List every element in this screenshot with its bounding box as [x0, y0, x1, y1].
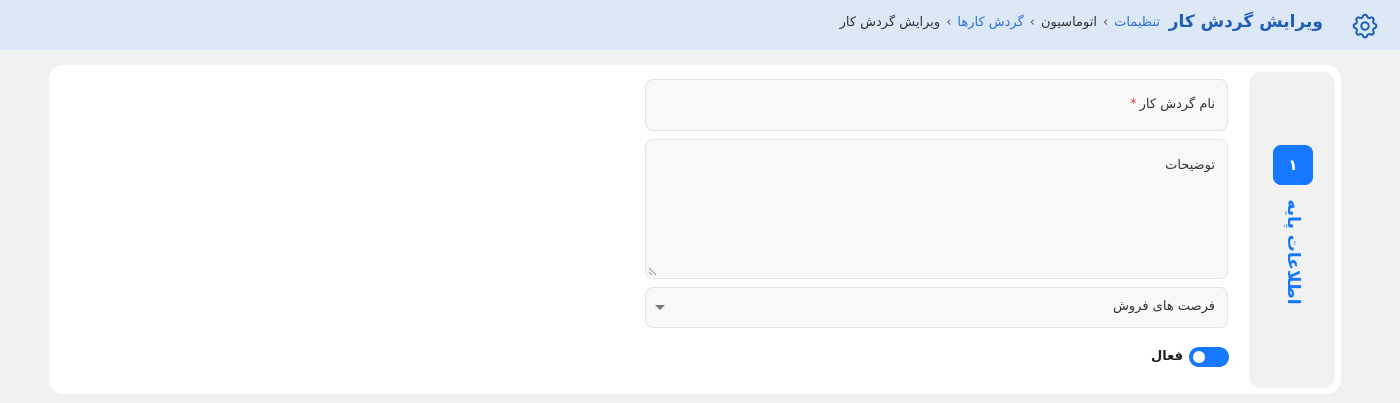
- step-label[interactable]: اطلاعات پایه: [1283, 199, 1303, 304]
- breadcrumb-automation: اتوماسیون: [1041, 15, 1097, 30]
- step-number-badge[interactable]: ۱: [1273, 145, 1313, 185]
- entity-select-value: فرصت های فروش: [1113, 299, 1215, 314]
- breadcrumb: تنظیمات › اتوماسیون › گردش کارها › ویرایش گردش…: [840, 15, 1160, 30]
- top-header: ویرایش گردش کار تنظیمات › اتوماسیون › گردش ک…: [0, 0, 1400, 50]
- required-mark: *: [1130, 97, 1137, 112]
- active-toggle-label: فعال: [1150, 349, 1183, 364]
- breadcrumb-settings[interactable]: تنظیمات: [1114, 15, 1160, 30]
- breadcrumb-workflows[interactable]: گردش کارها: [957, 15, 1023, 30]
- breadcrumb-separator-icon: ›: [946, 15, 952, 30]
- active-toggle[interactable]: [1189, 347, 1229, 367]
- description-field[interactable]: توضیحات: [645, 139, 1228, 279]
- resize-handle-icon[interactable]: [648, 266, 658, 276]
- gear-icon[interactable]: [1350, 11, 1380, 41]
- workflow-name-field[interactable]: نام گردش کار*: [645, 79, 1228, 131]
- breadcrumb-separator-icon: ›: [1102, 15, 1109, 30]
- entity-select[interactable]: فرصت های فروش: [645, 287, 1228, 328]
- breadcrumb-separator-icon: ›: [1029, 15, 1035, 30]
- workflow-name-label: نام گردش کار*: [1130, 97, 1215, 112]
- workflow-name-label-text: نام گردش کار: [1139, 97, 1215, 112]
- toggle-knob: [1193, 351, 1205, 363]
- page-title: ویرایش گردش کار: [1168, 12, 1323, 32]
- breadcrumb-current: ویرایش گردش کار: [839, 15, 941, 30]
- description-label: توضیحات: [1165, 158, 1215, 173]
- chevron-down-icon[interactable]: [655, 305, 665, 310]
